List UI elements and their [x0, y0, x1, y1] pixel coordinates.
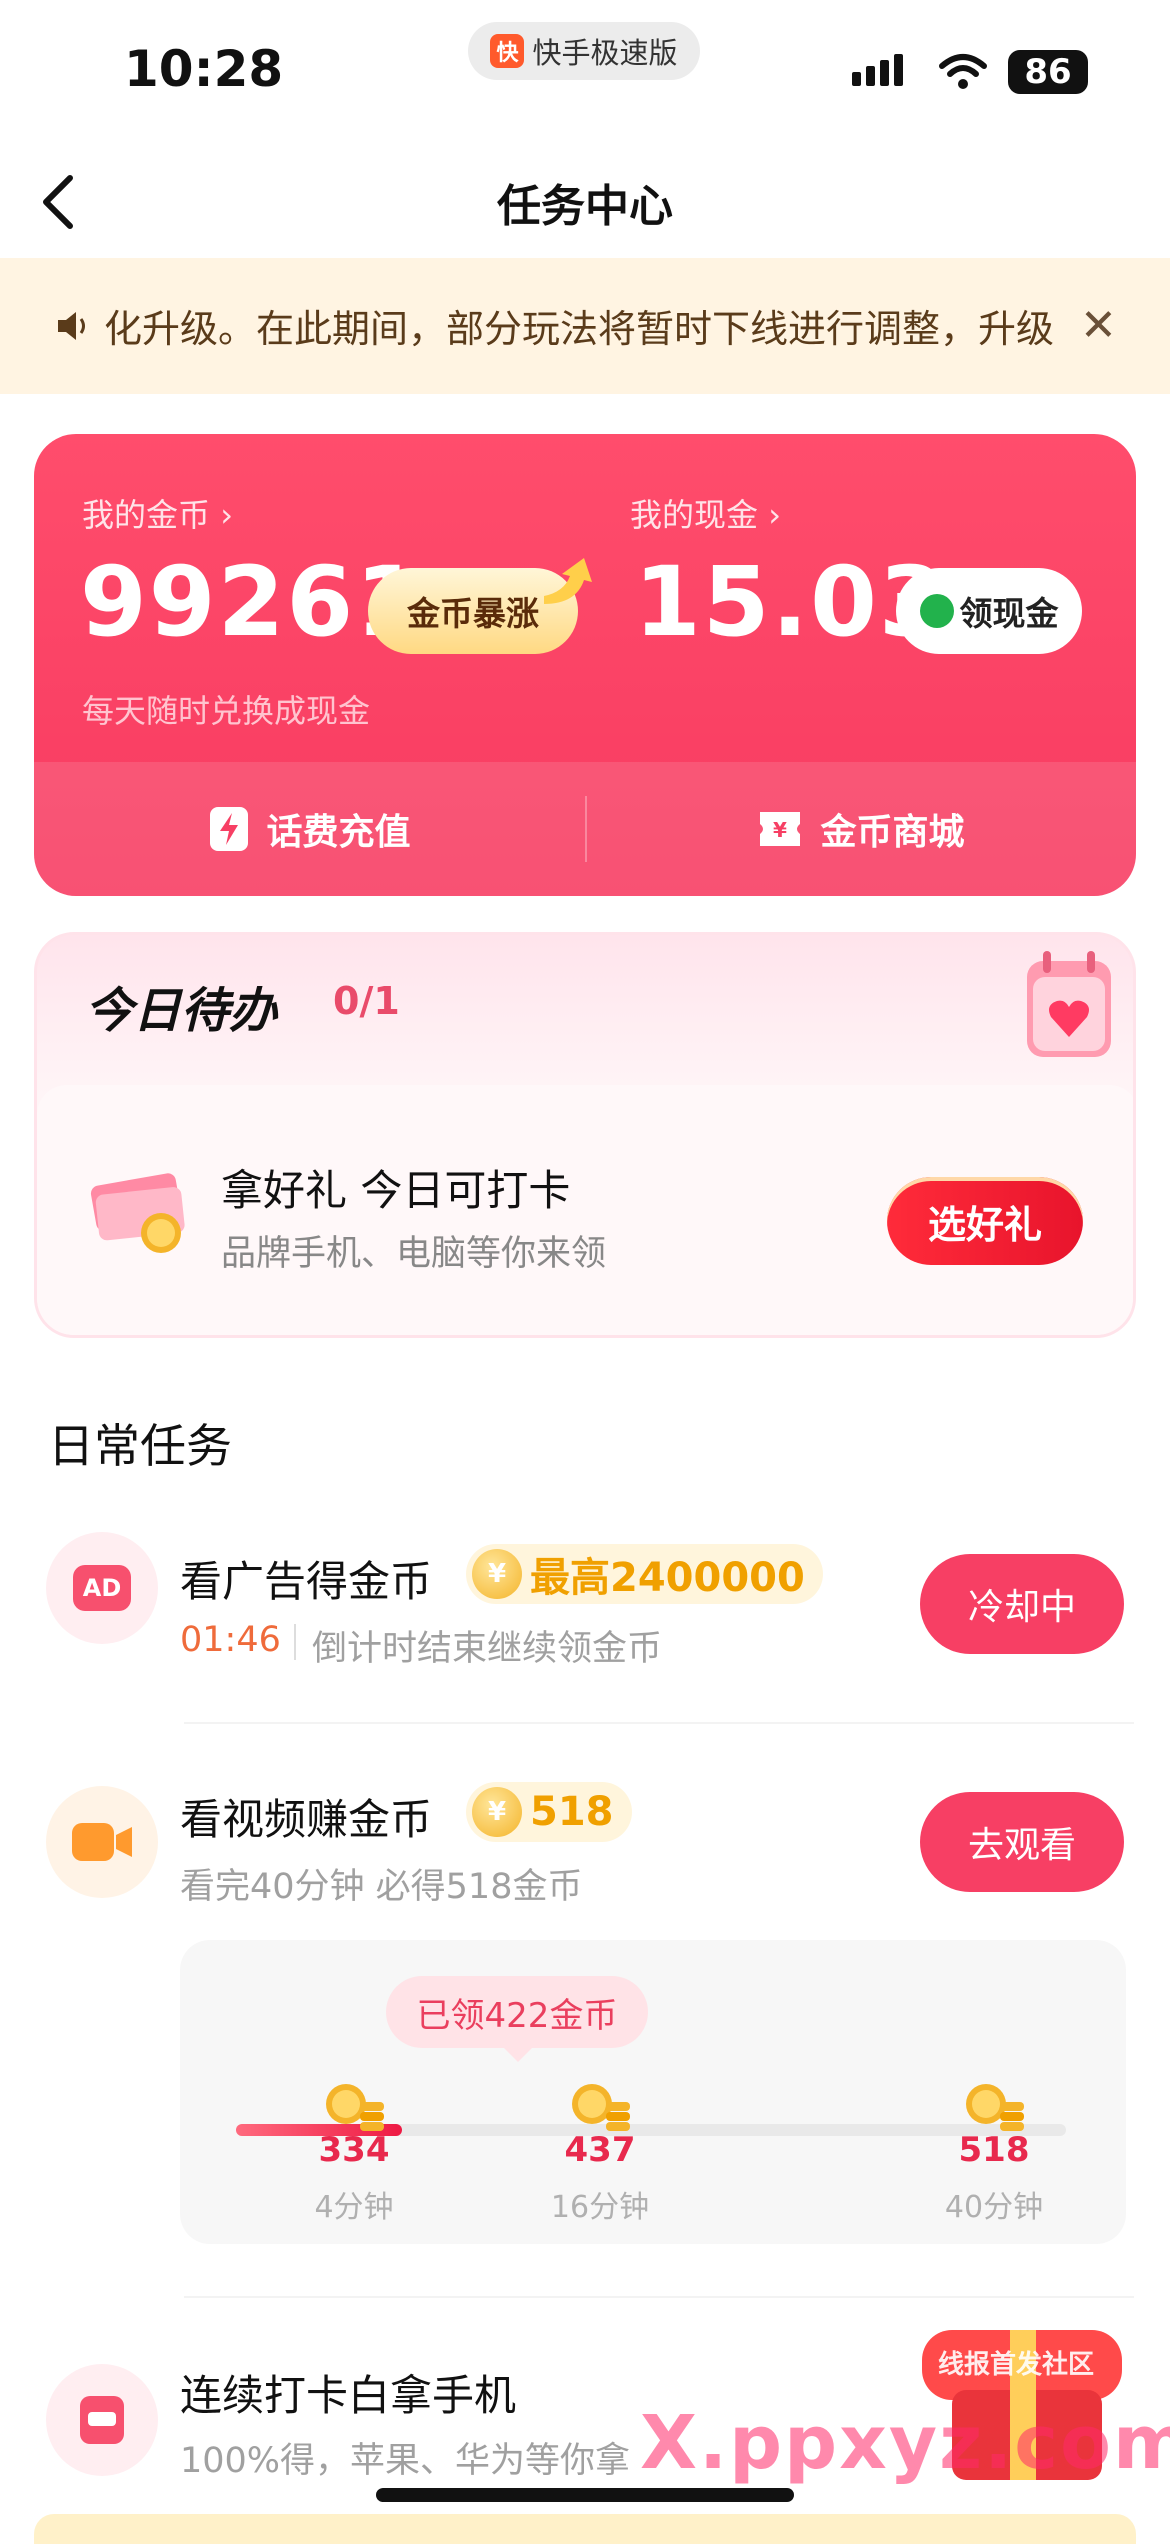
status-time: 10:28 [124, 40, 284, 98]
video-task-reward-badge: ¥ 518 [466, 1782, 632, 1842]
page-title: 任务中心 [497, 181, 673, 232]
checkin-task-subtitle: 100%得，苹果、华为等你拿 [180, 2441, 631, 2481]
kuaishou-logo-icon: 快 [490, 34, 525, 68]
next-card-edge [34, 2514, 1136, 2544]
up-arrow-icon [544, 558, 592, 604]
my-coins-link[interactable]: 我的金币 › [82, 490, 233, 536]
speaker-icon [58, 312, 85, 340]
coin-icon: ¥ [472, 1787, 522, 1837]
wechat-icon [919, 594, 954, 628]
choose-gift-button[interactable]: 选好礼 [887, 1177, 1083, 1265]
milestone: 437 16分钟 [520, 2080, 680, 2226]
wallet-actions: 话费充值 ¥ 金币商城 [34, 762, 1136, 896]
wifi-icon [939, 54, 987, 89]
ad-task-title: 看广告得金币 [180, 1557, 433, 1606]
milestone-time: 40分钟 [944, 2190, 1044, 2225]
video-camera-icon [72, 1823, 132, 1861]
app-indicator-pill[interactable]: 快 快手极速版 [468, 22, 700, 80]
video-task-subtitle: 看完40分钟 必得518金币 [180, 1867, 583, 1907]
watch-progress-panel: 已领422金币 334 4分钟 437 16分钟 518 40分钟 [180, 1940, 1126, 2244]
milestone: 518 40分钟 [914, 2080, 1074, 2226]
video-task-title: 看视频赚金币 [180, 1795, 433, 1844]
coin-mall-button[interactable]: ¥ 金币商城 [585, 762, 1136, 896]
coins-hint: 每天随时兑换成现金 [82, 692, 371, 730]
app-name: 快手极速版 [532, 36, 678, 70]
my-cash-label: 我的现金 [630, 496, 759, 534]
checkin-task-icon-wrap [46, 2364, 158, 2476]
cash-gift-icon [90, 1173, 185, 1253]
checkin-task-title: 连续打卡白拿手机 [180, 2371, 517, 2420]
wallet-card: 我的金币 › 99261 金币暴涨 每天随时兑换成现金 我的现金 › 15.03… [34, 434, 1136, 896]
coin-stack-icon [962, 2080, 1026, 2136]
divider [294, 1624, 296, 1660]
phone-box-icon [80, 2396, 124, 2444]
today-todo-card: 今日待办 0/1 拿好礼 今日可打卡 品牌手机、电脑等你来领 选好礼 [34, 932, 1136, 1338]
daily-tasks-title: 日常任务 [48, 1419, 232, 1473]
ad-icon: AD [73, 1565, 131, 1611]
watermark-logo: X.ppxyz.com [640, 2400, 1170, 2486]
cooldown-button[interactable]: 冷却中 [920, 1554, 1124, 1654]
battery-indicator: 86 [1008, 50, 1088, 94]
milestone-time: 16分钟 [550, 2190, 650, 2225]
go-watch-button[interactable]: 去观看 [920, 1792, 1124, 1892]
calendar-heart-icon [1027, 951, 1111, 1057]
divider [184, 1722, 1134, 1724]
ad-task-reward: 最高2400000 [530, 1555, 805, 1601]
milestone-time: 4分钟 [314, 2190, 394, 2225]
claimed-coins-tooltip: 已领422金币 [386, 1976, 648, 2062]
gift-task-row[interactable]: 拿好礼 今日可打卡 品牌手机、电脑等你来领 选好礼 [37, 1085, 1133, 1335]
gift-task-subtitle: 品牌手机、电脑等你来领 [221, 1234, 607, 1274]
svg-text:¥: ¥ [774, 818, 788, 842]
notice-banner: 化升级。在此期间，部分玩法将暂时下线进行调整，升级 ✕ [0, 258, 1170, 394]
coin-mall-label: 金币商城 [820, 812, 965, 853]
ticket-icon: ¥ [760, 812, 801, 846]
cellular-signal-icon [852, 54, 903, 86]
chevron-right-icon: › [768, 496, 781, 534]
get-cash-button[interactable]: 领现金 [896, 568, 1082, 654]
ad-task-subtitle: 倒计时结束继续领金币 [312, 1629, 663, 1669]
coin-icon: ¥ [472, 1549, 522, 1599]
divider [585, 796, 587, 862]
lightning-icon [210, 807, 249, 851]
coin-stack-icon [568, 2080, 632, 2136]
my-cash-link[interactable]: 我的现金 › [630, 490, 781, 536]
divider [184, 2296, 1134, 2298]
watermark-caption: 线报首发社区 [938, 2350, 1095, 2380]
close-icon[interactable]: ✕ [1080, 300, 1117, 351]
ad-task-icon-wrap: AD [46, 1532, 158, 1644]
video-task-reward: 518 [530, 1789, 614, 1835]
ad-task-countdown: 01:46 [180, 1620, 281, 1660]
ad-task-reward-badge: ¥ 最高2400000 [466, 1544, 823, 1604]
phone-recharge-label: 话费充值 [266, 812, 411, 853]
phone-recharge-button[interactable]: 话费充值 [34, 762, 585, 896]
milestone: 334 4分钟 [274, 2080, 434, 2226]
gift-task-title: 拿好礼 今日可打卡 [221, 1166, 571, 1215]
todo-title: 今日待办 [85, 983, 278, 1039]
get-cash-label: 领现金 [959, 594, 1059, 633]
home-indicator[interactable] [376, 2488, 794, 2502]
chevron-right-icon: › [220, 496, 233, 534]
my-coins-label: 我的金币 [82, 496, 211, 534]
video-task-icon-wrap [46, 1786, 158, 1898]
coin-stack-icon [322, 2080, 386, 2136]
todo-count: 0/1 [333, 979, 400, 1023]
notice-text: 化升级。在此期间，部分玩法将暂时下线进行调整，升级 [104, 307, 1055, 351]
